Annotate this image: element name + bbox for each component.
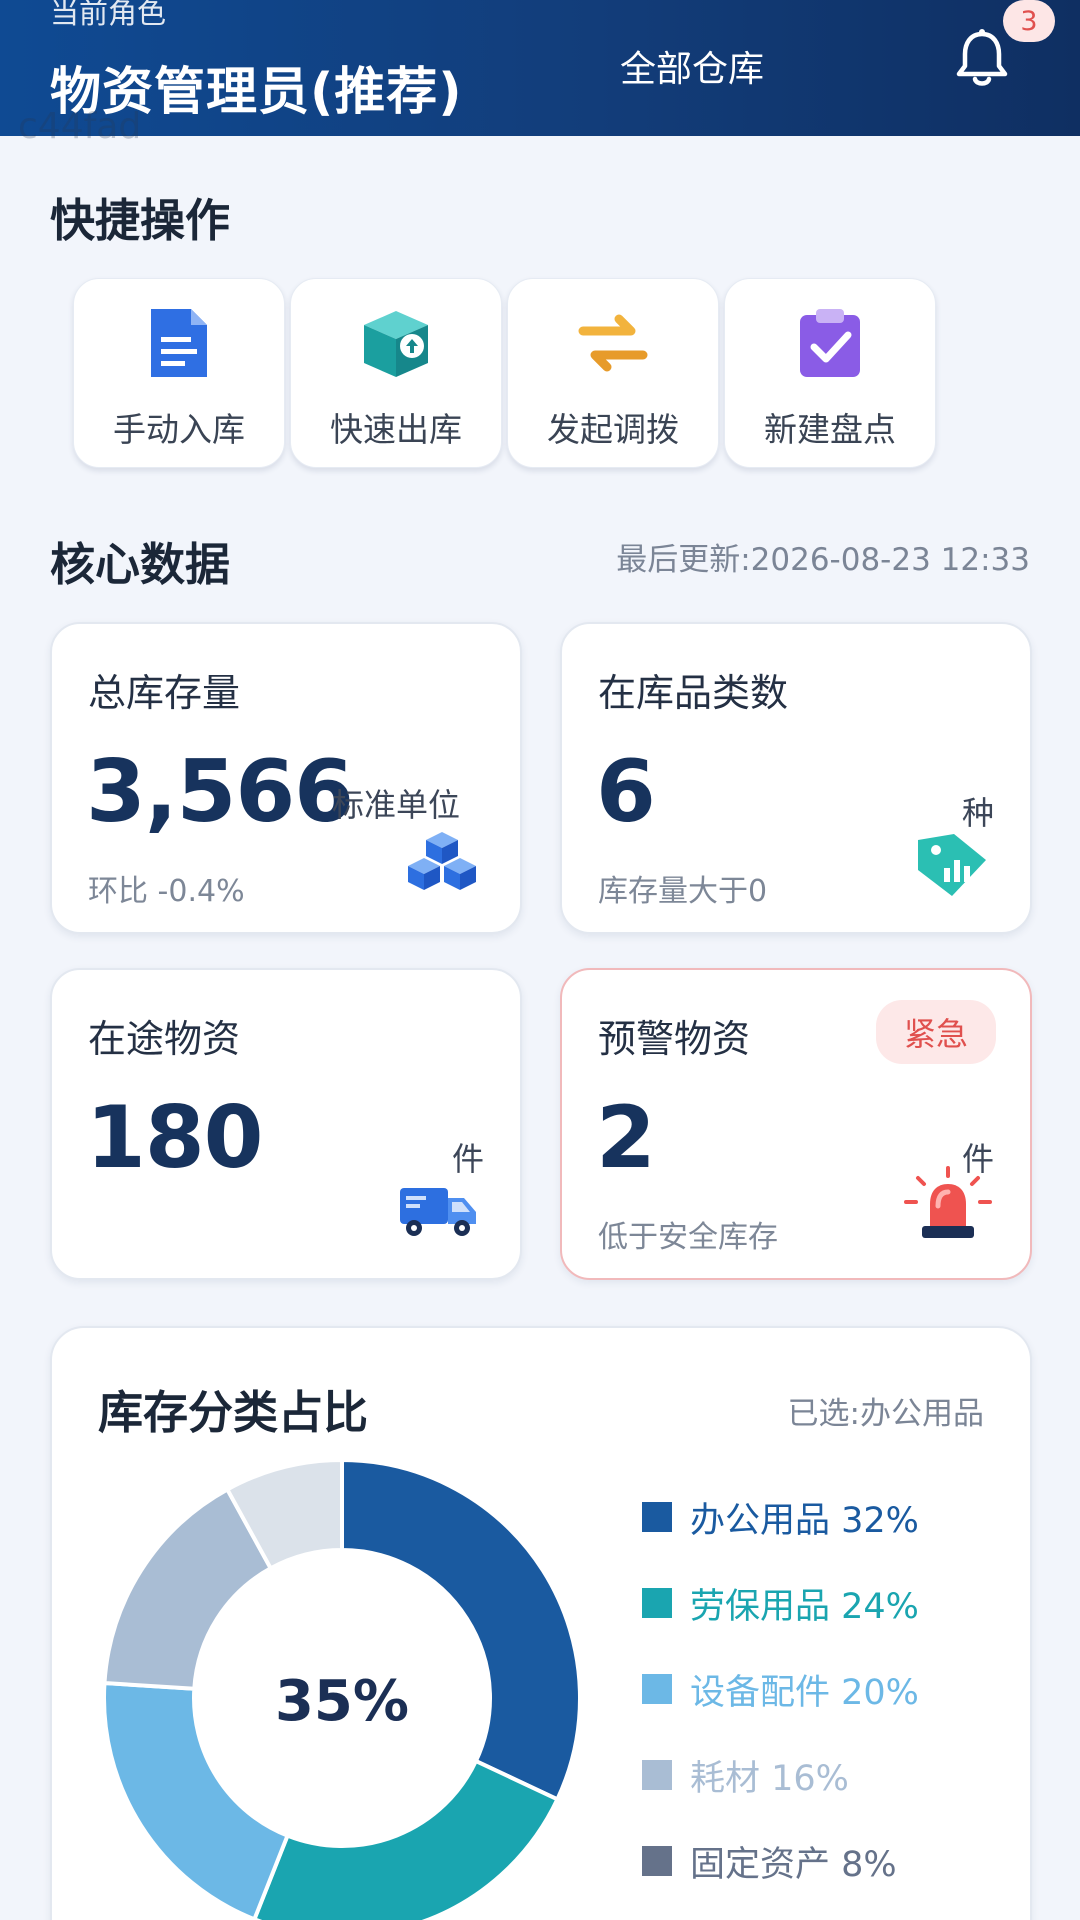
donut-slice-3[interactable] (102, 1680, 291, 1920)
core-data-title: 核心数据 (50, 538, 231, 591)
category-count-card[interactable]: 在库品类数 6 种 库存量大于0 (560, 622, 1032, 934)
legend-swatch (642, 1760, 672, 1790)
card-title: 预警物资 (598, 1017, 751, 1061)
new-stocktake-button[interactable]: 新建盘点 (724, 278, 936, 468)
notification-badge[interactable]: 3 (1003, 0, 1055, 42)
card-sub: 低于安全库存 (598, 1220, 778, 1255)
warehouse-selector[interactable]: 全部仓库 (620, 40, 764, 92)
chart-legend: 办公用品 32% 劳保用品 24% 设备配件 20% 耗材 16% 固定资产 8… (642, 1474, 919, 1904)
legend-item[interactable]: 劳保用品 24% (642, 1560, 919, 1646)
legend-item[interactable]: 耗材 16% (642, 1732, 919, 1818)
card-unit: 种 (961, 794, 994, 832)
card-value: 180 (86, 1088, 264, 1188)
card-title: 在库品类数 (598, 671, 789, 715)
card-value: 6 (596, 742, 656, 842)
donut-slice-2[interactable] (251, 1758, 561, 1920)
category-share-title: 库存分类占比 (98, 1386, 369, 1439)
donut-slice-1[interactable] (340, 1458, 582, 1802)
cubes-icon (408, 832, 476, 890)
selected-category: 已选:办公用品 (787, 1396, 984, 1432)
document-icon (151, 309, 207, 377)
truck-icon (400, 1188, 476, 1236)
urgent-badge: 紧急 (876, 1000, 996, 1064)
legend-swatch (642, 1502, 672, 1532)
card-title: 在途物资 (88, 1017, 241, 1061)
legend-swatch (642, 1674, 672, 1704)
card-value: 3,566 (86, 742, 354, 842)
new-stocktake-label: 新建盘点 (764, 410, 896, 449)
warning-materials-card[interactable]: 预警物资 紧急 2 件 低于安全库存 (560, 968, 1032, 1280)
watermark: c44fad (18, 106, 142, 147)
manual-inbound-label: 手动入库 (113, 410, 245, 449)
initiate-transfer-button[interactable]: 发起调拨 (507, 278, 719, 468)
legend-label: 劳保用品 24% (690, 1586, 919, 1627)
legend-label: 耗材 16% (690, 1758, 849, 1799)
transfer-arrows-icon (578, 314, 648, 372)
card-value: 2 (596, 1088, 656, 1188)
manual-inbound-button[interactable]: 手动入库 (73, 278, 285, 468)
last-updated: 最后更新:2026-08-23 12:33 (616, 542, 1030, 578)
role-label: 当前角色 (50, 0, 167, 30)
box-out-icon (364, 311, 428, 377)
legend-item[interactable]: 固定资产 8% (642, 1818, 919, 1904)
legend-item[interactable]: 设备配件 20% (642, 1646, 919, 1732)
card-title: 总库存量 (88, 671, 241, 715)
card-unit: 件 (451, 1140, 484, 1178)
donut-center-label: 35% (275, 1669, 409, 1734)
total-inventory-card[interactable]: 总库存量 3,566 标准单位 环比 -0.4% (50, 622, 522, 934)
quick-actions-title: 快捷操作 (50, 194, 231, 247)
quick-outbound-label: 快速出库 (330, 410, 462, 449)
quick-outbound-button[interactable]: 快速出库 (290, 278, 502, 468)
in-transit-card[interactable]: 在途物资 180 件 (50, 968, 522, 1280)
clipboard-check-icon (800, 309, 860, 377)
top-header: 当前角色 物资管理员(推荐) 全部仓库 3 (0, 0, 1080, 136)
bell-icon[interactable] (952, 28, 1012, 90)
alarm-light-icon (904, 1166, 992, 1238)
initiate-transfer-label: 发起调拨 (547, 410, 679, 449)
legend-label: 设备配件 20% (690, 1672, 919, 1713)
legend-label: 办公用品 32% (690, 1500, 919, 1541)
legend-label: 固定资产 8% (690, 1844, 897, 1885)
tag-chart-icon (918, 834, 986, 896)
card-sub: 环比 -0.4% (88, 874, 245, 909)
legend-item[interactable]: 办公用品 32% (642, 1474, 919, 1560)
card-unit: 标准单位 (332, 786, 461, 824)
legend-swatch (642, 1588, 672, 1618)
legend-swatch (642, 1846, 672, 1876)
card-sub: 库存量大于0 (598, 874, 768, 909)
category-donut-chart[interactable]: 35% (102, 1458, 582, 1920)
category-share-card: 库存分类占比 已选:办公用品 35% 办公用品 32% 劳保用品 24% 设备配… (50, 1326, 1032, 1920)
